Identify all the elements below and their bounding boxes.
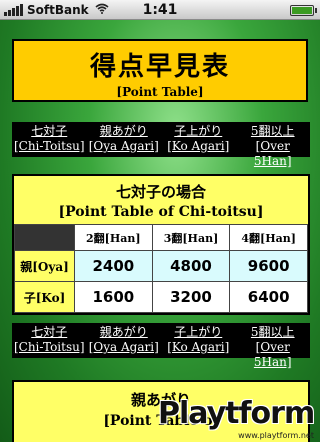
table-cell: 9600 [229,250,308,282]
row-label: 親[Oya] [14,250,75,282]
nav-link-over-5han[interactable]: 5翻以上 [Over 5Han] [236,122,311,168]
status-time: 1:41 [142,2,178,18]
column-header: 3翻[Han] [151,224,231,251]
watermark-url: www.playtform.net [238,431,314,440]
table-cell: 3200 [151,281,231,313]
column-header: 4翻[Han] [229,224,308,251]
nav-row-bottom: 七対子 [Chi-Toitsu] 親あがり [Oya Agari] 子上がり [Ko … [12,323,311,369]
nav-link-chitoitsu[interactable]: 七対子 [Chi-Toitsu] [12,122,87,157]
chitoitsu-title: 七対子の場合 [115,183,206,201]
status-bar: SoftBank 1:41 [0,0,320,20]
table-row: 親[Oya] 2400 4800 9600 [14,250,308,282]
nav-row-top: 七対子 [Chi-Toitsu] 親あがり [Oya Agari] 子上がり [Ko … [12,122,311,168]
nav-link-oya-agari[interactable]: 親あがり [Oya Agari] [87,122,162,157]
chitoitsu-section: 七対子の場合 [Point Table of Chi-toitsu] 2翻[Ha… [12,174,310,315]
table-cell: 1600 [74,281,153,313]
nav-link-chitoitsu[interactable]: 七対子 [Chi-Toitsu] [12,323,87,358]
chitoitsu-subtitle: [Point Table of Chi-toitsu] [58,204,264,220]
table-row: 子[Ko] 1600 3200 6400 [14,281,308,313]
watermark-text: Playtform [158,396,315,431]
table-cell: 6400 [229,281,308,313]
chitoitsu-table: 2翻[Han] 3翻[Han] 4翻[Han] 親[Oya] 2400 4800… [14,224,308,313]
battery-icon [290,5,317,16]
chitoitsu-header: 七対子の場合 [Point Table of Chi-toitsu] [14,176,308,224]
page-subtitle: [Point Table] [116,85,204,99]
row-label: 子[Ko] [14,281,75,313]
nav-link-ko-agari[interactable]: 子上がり [Ko Agari] [161,122,236,157]
nav-link-ko-agari[interactable]: 子上がり [Ko Agari] [161,323,236,358]
page-title: 得点早見表 [89,52,230,82]
table-cell: 4800 [151,250,231,282]
watermark-logo: Playtform www.playtform.net [158,396,318,440]
nav-link-over-5han[interactable]: 5翻以上 [Over 5Han] [236,323,311,369]
nav-link-oya-agari[interactable]: 親あがり [Oya Agari] [87,323,162,358]
column-header: 2翻[Han] [74,224,153,251]
page-title-box: 得点早見表 [Point Table] [12,39,308,102]
table-corner [14,224,75,251]
table-cell: 2400 [74,250,153,282]
